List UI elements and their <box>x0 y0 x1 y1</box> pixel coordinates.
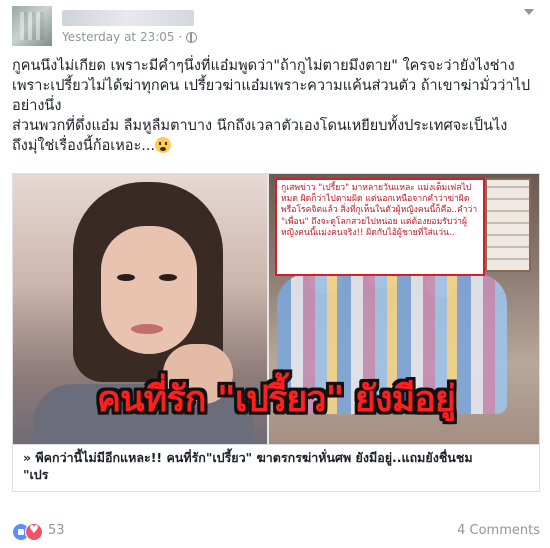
comments-link[interactable]: 4 Comments <box>457 523 540 538</box>
quote-callout: กูเสพข่าว "เปรี้ยว" มาหลายวันแหละ แม่งเต… <box>275 178 485 276</box>
post-text-line: เพราะเปรี้ยวไม่ได้ฆ่าทุกคน เปรี้ยวฆ่าแอ๋… <box>12 78 531 94</box>
meta-separator: · <box>178 30 183 44</box>
avatar[interactable] <box>12 6 52 46</box>
preview-caption-line: » พีคกว่านี้ไม่มีอีกแหละ!! คนที่รัก"เปรี… <box>23 450 473 465</box>
blurred-author-name[interactable] <box>62 10 194 26</box>
globe-icon[interactable] <box>186 31 198 43</box>
preview-caption[interactable]: » พีคกว่านี้ไม่มีอีกแหละ!! คนที่รัก"เปรี… <box>13 444 539 491</box>
scream-emoji-icon <box>155 137 172 153</box>
post-text-line: อย่างนึ่ง <box>12 98 62 114</box>
link-preview[interactable]: กูเสพข่าว "เปรี้ยว" มาหลายวันแหละ แม่งเต… <box>12 173 540 492</box>
post-text-line: ถึงมุ่ใช่เรื่องนี้ก้อเหอะ... <box>12 138 156 154</box>
overlay-headline: คนที่รัก "เปรี้ยว" ยังมีอยู่ <box>96 379 456 420</box>
preview-image[interactable]: กูเสพข่าว "เปรี้ยว" มาหลายวันแหละ แม่งเต… <box>13 174 539 444</box>
preview-caption-line: "เปร <box>23 467 49 482</box>
post-text-line: ส่วนพวกที่ดึ่งแอ๋ม ลืมหูลืมตาบาง นึกถึงเ… <box>12 118 508 134</box>
reaction-count[interactable]: 53 <box>48 523 65 538</box>
post-footer: 53 4 Comments <box>12 522 540 542</box>
post-meta: Yesterday at 23:05 · <box>62 30 198 44</box>
post-text-line: กูคนนึงไม่เกียด เพราะมีคำๆนึ่งที่แอ๋มพูด… <box>12 58 515 74</box>
menu-chevron-icon[interactable] <box>522 8 536 18</box>
post-text: กูคนนึงไม่เกียด เพราะมีคำๆนึ่งที่แอ๋มพูด… <box>12 56 540 156</box>
post-card: Yesterday at 23:05 · กูคนนึงไม่เกียด เพร… <box>0 0 550 548</box>
post-timestamp[interactable]: Yesterday at 23:05 <box>62 30 175 44</box>
post-text-line-last: ถึงมุ่ใช่เรื่องนี้ก้อเหอะ... <box>12 136 540 156</box>
love-icon[interactable] <box>25 523 43 541</box>
